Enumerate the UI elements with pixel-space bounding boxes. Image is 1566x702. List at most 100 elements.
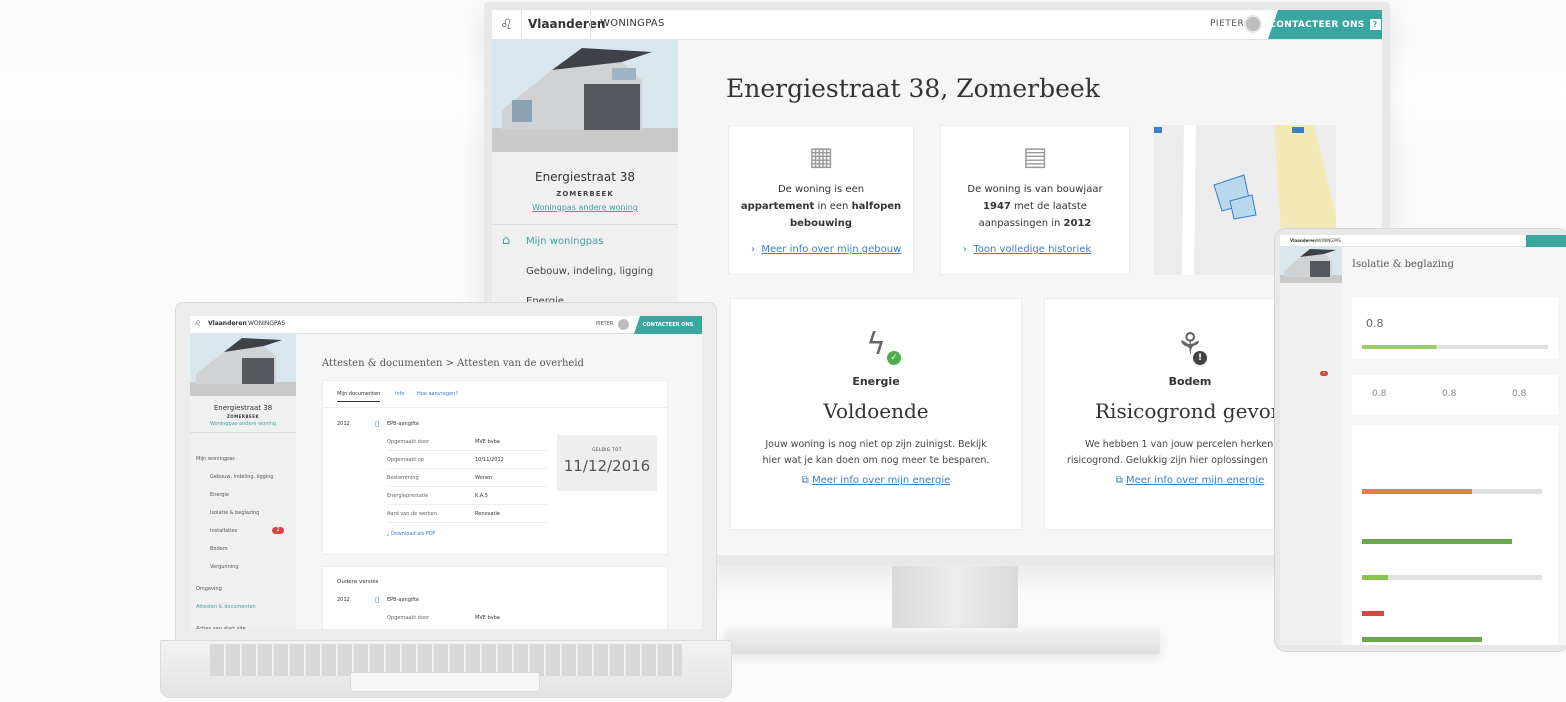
sidebar-item[interactable]: Omgeving — [196, 586, 222, 592]
older-row-value: MVE bvba — [475, 615, 500, 621]
older-row-label: Opgemaakt door — [387, 615, 430, 621]
building-info-link[interactable]: › Meer info over mijn gebouw — [751, 244, 901, 255]
user-name[interactable]: PIETER — [596, 321, 613, 327]
app-name[interactable]: WONINGPAS — [600, 18, 665, 29]
roof-bar-rest — [1472, 489, 1542, 494]
building-icon: ▦ — [808, 142, 834, 172]
sidebar: Energiestraat 38 ZOMERBEEK Woningpas and… — [190, 334, 296, 629]
notification-badge: 2 — [272, 527, 284, 534]
history-link[interactable]: › Toon volledige historiek — [963, 244, 1091, 255]
download-pdf-link[interactable]: ⤓ Download als PDF — [387, 531, 436, 537]
other-home-link[interactable]: Woningpas andere woning — [190, 421, 296, 427]
lion-logo-icon[interactable]: ♌ — [194, 319, 201, 328]
floor-bar — [1362, 575, 1388, 580]
older-title: Oudere versies — [337, 579, 379, 585]
older-doc-name[interactable]: EPB-aangifte — [387, 597, 419, 603]
sidebar-item[interactable]: Bodem — [210, 546, 228, 552]
contact-button[interactable] — [1526, 235, 1566, 247]
sidebar-item[interactable]: Isolatie & beglazing — [210, 510, 259, 516]
doc-year: 2012 — [337, 421, 350, 427]
divider — [387, 486, 547, 487]
sidebar-address: Energiestraat 38 — [534, 170, 635, 184]
sidebar-address: Energiestraat 38 — [213, 404, 273, 412]
house-photo — [492, 40, 678, 152]
divider — [323, 407, 669, 408]
roof-bar — [1362, 489, 1472, 494]
energy-value: Voldoende — [823, 399, 929, 423]
user-name[interactable]: PIETER — [1210, 19, 1244, 29]
document-icon: ▯ — [375, 419, 380, 428]
tablet-screen: Vlaanderen WONINGPAS 2 Isolatie & beglaz… — [1280, 235, 1566, 645]
history-line-1: De woning is van bouwjaar — [967, 184, 1103, 195]
lion-logo-icon[interactable]: ♌ — [492, 10, 522, 39]
tab-info[interactable]: Info — [395, 391, 404, 397]
avatar[interactable] — [1244, 15, 1262, 33]
tablet-title: Isolatie & beglazing — [1352, 259, 1454, 270]
house-illustration — [1280, 247, 1342, 283]
doc-row-value: Renovatie — [475, 511, 501, 517]
contact-button[interactable]: CONTACTEER ONS? — [1268, 10, 1382, 39]
contact-button[interactable]: CONTACTEER ONS — [634, 316, 702, 334]
divider — [387, 522, 547, 523]
sidebar-item[interactable]: Installaties — [210, 528, 237, 534]
warning-icon: ! — [1193, 351, 1207, 365]
app-name[interactable]: WONINGPAS — [248, 320, 285, 327]
older-versions-panel: Oudere versies 2012 ▯ EPB-aangifte Opgem… — [322, 566, 668, 629]
sidebar-city: ZOMERBEEK — [556, 190, 614, 198]
history-line-3: aanpassingen in 2012 — [978, 218, 1092, 229]
doc-row-label: Energieprestatie — [387, 493, 429, 499]
other-home-link[interactable]: Woningpas andere woning — [492, 203, 678, 212]
building-line-1: De woning is een — [777, 184, 865, 195]
avatar[interactable] — [618, 319, 629, 330]
divider — [387, 450, 547, 451]
energy-desc-1: Jouw woning is nog niet op zijn zuinigst… — [765, 439, 987, 450]
divider — [492, 224, 678, 225]
tab-hoe-aanvragen[interactable]: Hoe aanvragen? — [417, 391, 458, 397]
older-year: 2012 — [337, 597, 350, 603]
sidebar-item[interactable]: Attesten & documenten — [196, 604, 256, 610]
insulation-value: 0.8 — [1366, 317, 1384, 330]
sidebar-item[interactable]: Vergunning — [210, 564, 239, 570]
monitor-base — [725, 628, 1160, 654]
documents-panel: Mijn documenten Info Hoe aanvragen? 2012… — [322, 380, 669, 555]
doc-name[interactable]: EPB-aangifte — [387, 421, 419, 427]
sidebar-item-label: Gebouw, indeling, ligging — [526, 266, 654, 277]
sidebar: 2 — [1280, 247, 1342, 645]
divider — [387, 504, 547, 505]
energy-bolt-icon: ϟ — [866, 327, 886, 362]
building-card: ▦ De woning is een appartement in een ha… — [728, 125, 914, 275]
sidebar-item[interactable]: Energie — [210, 492, 229, 498]
divider — [387, 468, 547, 469]
top-bar: ♌ Vlaanderen WONINGPAS PIETER CONTACTEER… — [492, 10, 1382, 40]
check-icon: ✓ — [887, 351, 901, 365]
doc-row-label: Aard van de werken — [387, 511, 438, 517]
app-name[interactable]: WONINGPAS — [1316, 238, 1341, 243]
top-bar: ♌ Vlaanderen WONINGPAS PIETER CONTACTEER… — [190, 316, 702, 334]
brand-name[interactable]: Vlaanderen — [1290, 238, 1316, 243]
notification-badge: 2 — [1320, 371, 1328, 376]
contact-label: CONTACTEER ONS — [1269, 19, 1365, 30]
brand-name[interactable]: Vlaanderen — [528, 17, 605, 31]
building-line-2: appartement in een halfopen — [740, 201, 902, 212]
sidebar-item[interactable]: Mijn woningpas — [196, 456, 235, 462]
history-card: ▤ De woning is van bouwjaar 1947 met de … — [940, 125, 1130, 275]
top-bar: Vlaanderen WONINGPAS — [1280, 235, 1566, 247]
sidebar-item[interactable]: Gebouw, indeling, ligging — [210, 474, 274, 480]
sidebar-city: ZOMERBEEK — [226, 414, 260, 419]
brand-name[interactable]: Vlaanderen — [208, 320, 247, 327]
value-2: 0.8 — [1442, 389, 1457, 399]
energy-desc-2: hier wat je kan doen om nog meer te besp… — [762, 455, 990, 466]
document-icon: ▯ — [375, 595, 380, 604]
sidebar-item[interactable]: Acties van start site — [196, 626, 246, 629]
value-1: 0.8 — [1372, 389, 1387, 399]
door-bar — [1362, 637, 1482, 642]
energy-info-link[interactable]: ⧉ Meer info over mijn energie — [731, 475, 1021, 486]
doc-row-value: 10/11/2012 — [475, 457, 504, 463]
history-line-2: 1947 met de laatste — [983, 201, 1087, 212]
floor-bar-rest — [1388, 575, 1542, 580]
monitor-stand — [892, 566, 1018, 630]
doc-row-label: Opgemaakt door — [387, 439, 430, 445]
valid-label: GELDIG TOT — [592, 447, 622, 452]
insulation-card: 0.8 — [1352, 297, 1558, 359]
tab-mijn-documenten[interactable]: Mijn documenten — [337, 391, 381, 402]
